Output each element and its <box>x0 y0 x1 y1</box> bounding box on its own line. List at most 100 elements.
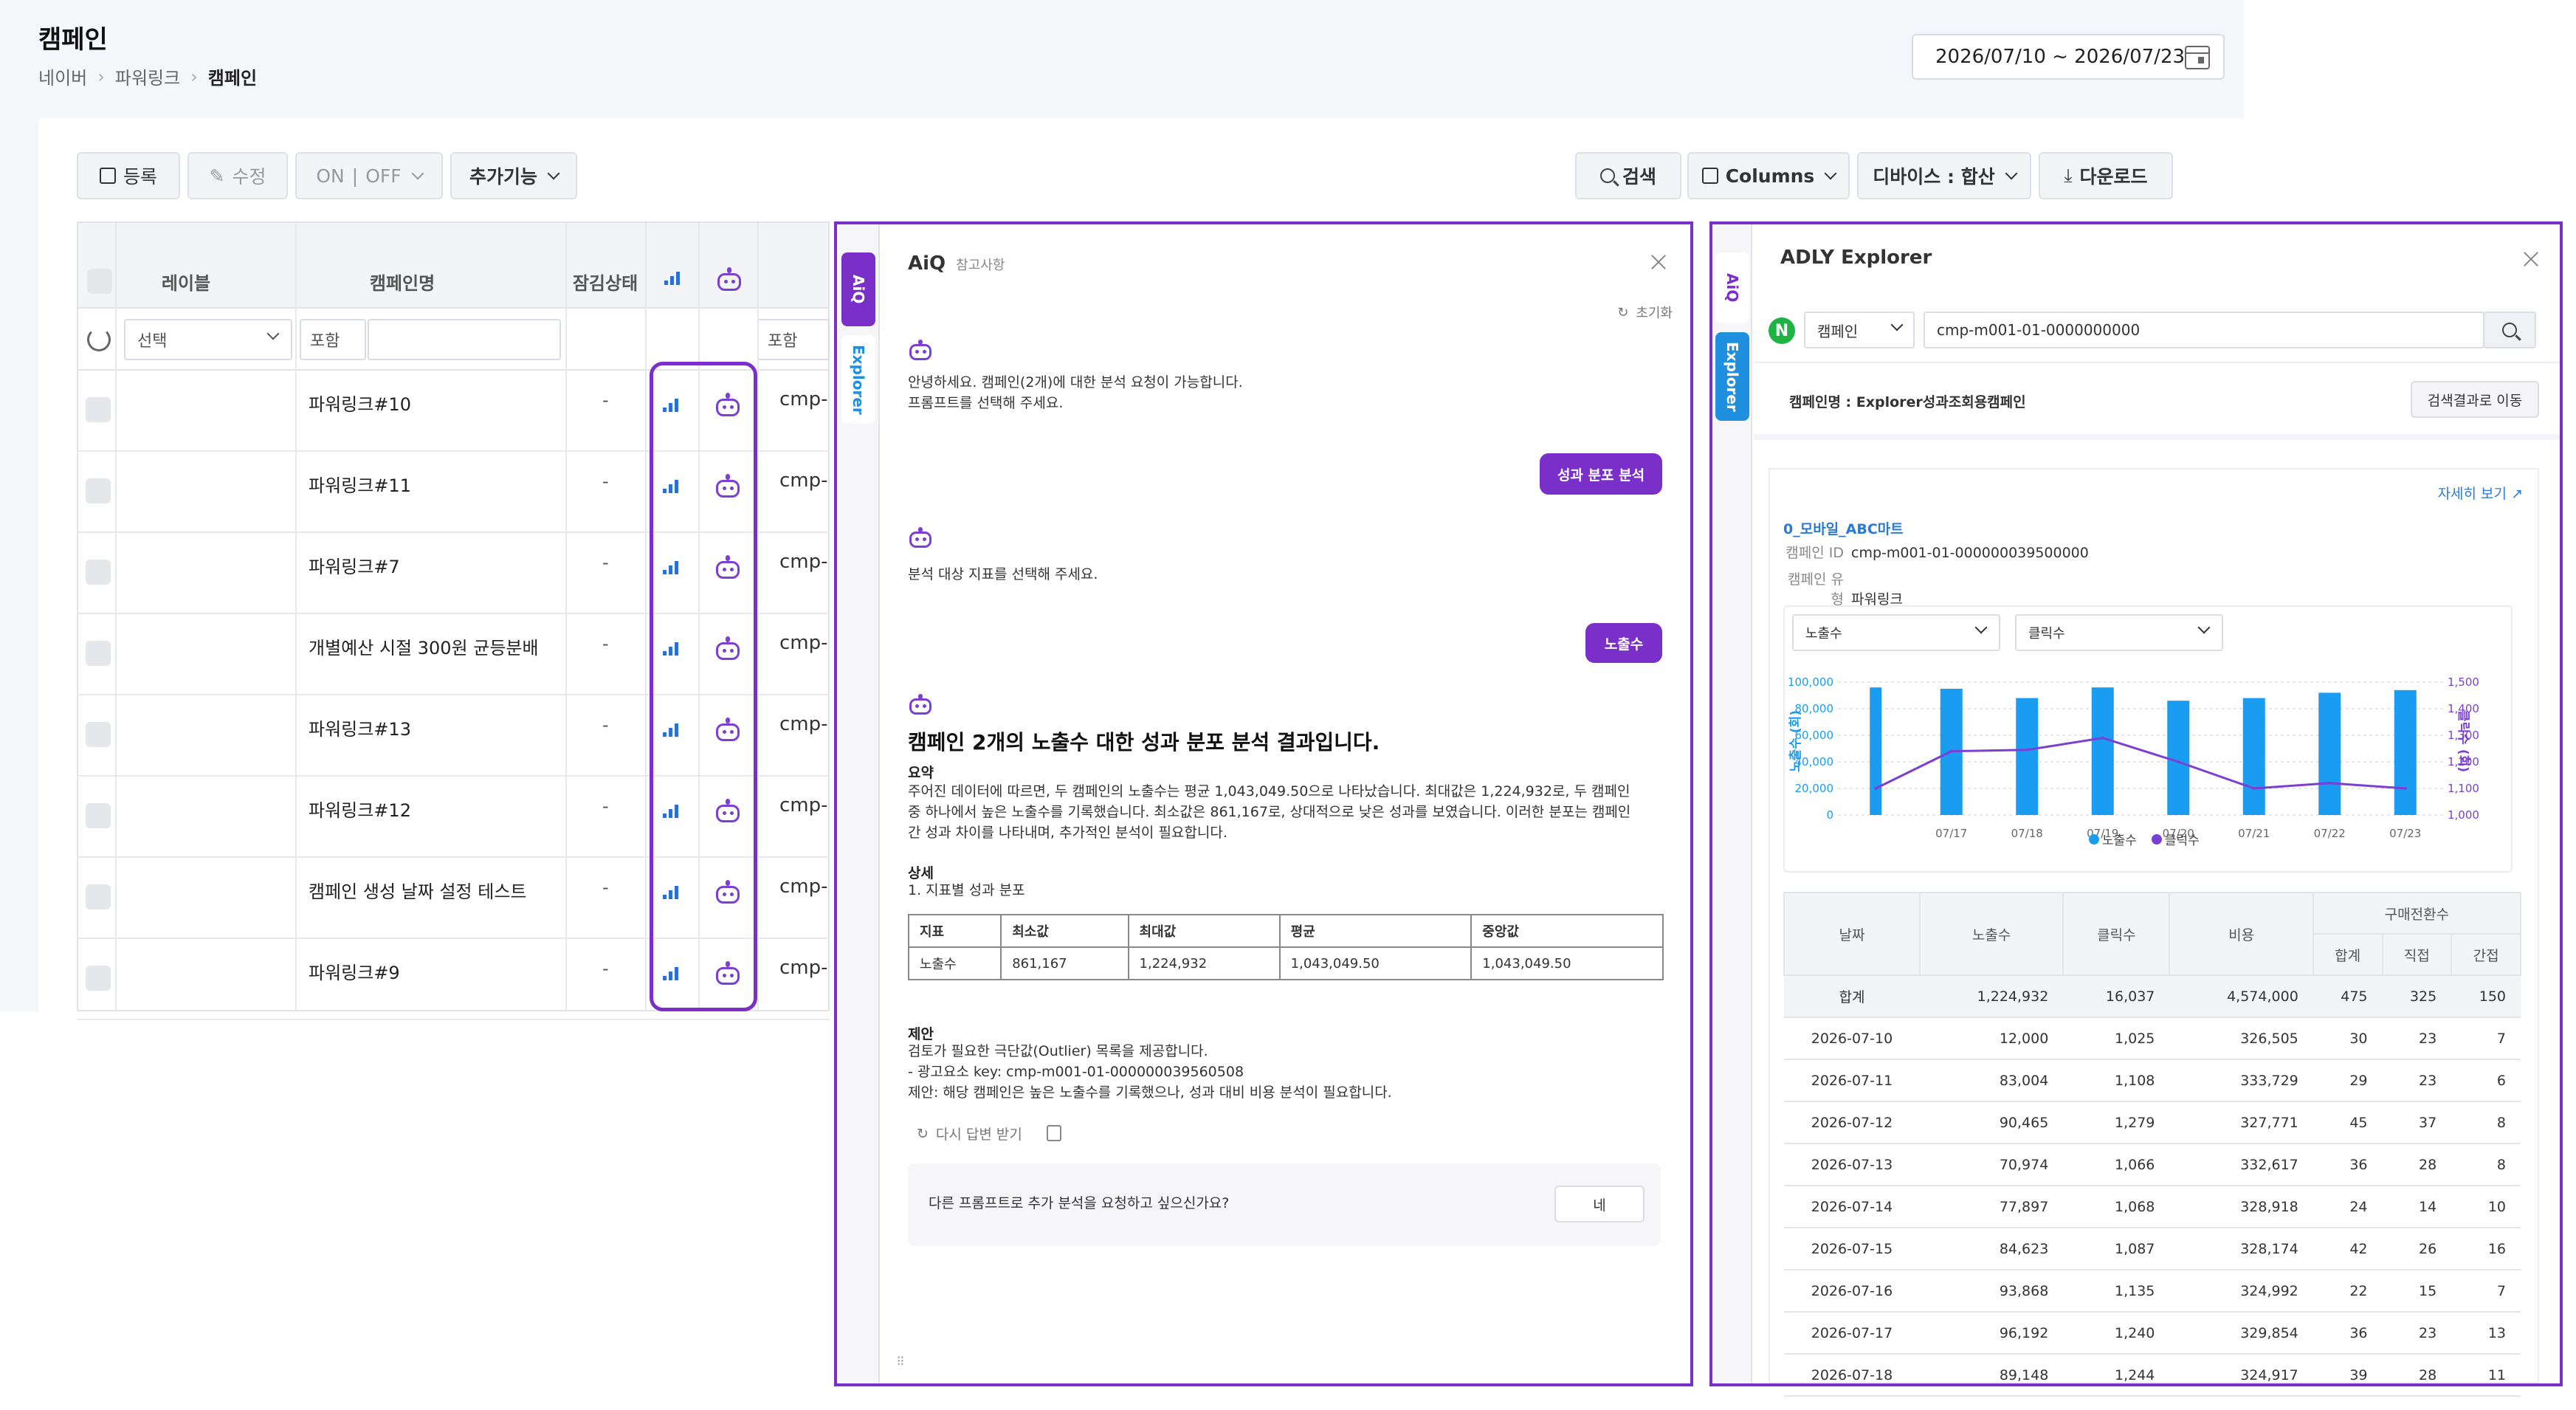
impressions-bar[interactable] <box>2091 687 2114 815</box>
refresh-icon[interactable] <box>87 328 111 351</box>
x-tick-label: 07/21 <box>2238 827 2270 840</box>
row-checkbox[interactable] <box>86 397 111 422</box>
summary-row: 합계 1,224,932 16,037 4,574,000 475 325 150 <box>1784 975 2521 1018</box>
reset-button[interactable]: ↻ 초기화 <box>1617 303 1673 322</box>
date-range-picker[interactable]: 2026/07/10 ~ 2026/07/23 <box>1912 34 2225 80</box>
metric1-select[interactable]: 노출수 <box>1792 614 2000 651</box>
suggestion-label: 제안 <box>908 1026 934 1042</box>
chevron-down-icon <box>266 327 280 340</box>
explorer-search-button[interactable] <box>2483 312 2536 348</box>
campaign-name[interactable]: 개별예산 시절 300원 균등분배 <box>309 633 539 659</box>
copy-icon[interactable] <box>1047 1125 1061 1141</box>
row-checkbox[interactable] <box>86 560 111 585</box>
table-row: 2026-07-16 93,868 1,135 324,992 22 15 7 <box>1784 1270 2521 1313</box>
table-row: 2026-07-10 12,000 1,025 326,505 30 23 7 <box>1784 1017 2521 1060</box>
metric2-select[interactable]: 클릭수 <box>2015 614 2223 651</box>
table-row: 2026-07-11 83,004 1,108 333,729 29 23 6 <box>1784 1059 2521 1102</box>
breadcrumb-naver[interactable]: 네이버 <box>38 63 87 89</box>
lock-state: - <box>602 552 609 573</box>
impressions-bar[interactable] <box>2016 698 2039 815</box>
breadcrumb-powerlink[interactable]: 파워링크 <box>115 63 180 89</box>
select-all-checkbox[interactable] <box>87 269 112 294</box>
columns-icon <box>1701 168 1718 184</box>
clicks-point[interactable] <box>2025 748 2029 752</box>
label-filter-select[interactable]: 선택 <box>124 319 292 360</box>
chevron-down-icon <box>2005 167 2018 180</box>
table-row: 2026-07-15 84,623 1,087 328,174 42 26 16 <box>1784 1228 2521 1270</box>
explorer-search-input[interactable]: cmp-m001-01-0000000000 <box>1924 312 2484 348</box>
close-icon[interactable] <box>1649 252 1668 272</box>
tab-explorer[interactable]: Explorer <box>1715 332 1749 421</box>
row-checkbox[interactable] <box>86 478 111 503</box>
impressions-bar[interactable] <box>2318 692 2341 815</box>
tab-aiq[interactable]: AiQ <box>841 252 875 326</box>
lock-state: - <box>602 796 609 816</box>
id-filter-operator[interactable]: 포함 <box>757 319 830 360</box>
column-label[interactable]: 레이블 <box>120 269 252 295</box>
clicks-point[interactable] <box>2403 787 2407 790</box>
device-dropdown[interactable]: 디바이스 : 합산 <box>1857 152 2031 199</box>
extra-functions-dropdown[interactable]: 추가기능 <box>450 152 577 199</box>
x-tick-label: 07/22 <box>2314 827 2346 840</box>
clicks-point[interactable] <box>2101 736 2104 740</box>
campaign-name[interactable]: 파워링크#7 <box>309 552 400 578</box>
impressions-bar[interactable] <box>2394 689 2417 815</box>
calendar-icon[interactable] <box>2185 46 2210 69</box>
tab-aiq[interactable]: AiQ <box>1715 252 1749 323</box>
campaign-id: cmp-a <box>779 794 828 816</box>
clicks-point[interactable] <box>1949 749 1953 753</box>
impressions-clicks-chart: 노출수 (회) 클릭수 (회) 100,000 1,50080,000 1,4006… <box>1788 675 2479 840</box>
aiq-title: AiQ 참고사항 <box>908 252 1005 275</box>
row-checkbox[interactable] <box>86 722 111 747</box>
campaign-name[interactable]: 파워링크#11 <box>309 471 411 497</box>
table-row: 2026-07-14 77,897 1,068 328,918 24 14 10 <box>1784 1186 2521 1228</box>
download-button[interactable]: ⤓ 다운로드 <box>2039 152 2173 199</box>
page-title: 캠페인 <box>38 25 108 55</box>
impressions-bar[interactable] <box>2242 698 2265 815</box>
on-off-toggle[interactable]: ON | OFF <box>295 152 443 199</box>
row-checkbox[interactable] <box>86 966 111 991</box>
register-button[interactable]: 등록 <box>77 152 180 199</box>
clicks-point[interactable] <box>2252 787 2256 790</box>
campaign-id: cmp-a <box>779 876 828 898</box>
column-campaign-name[interactable]: 캠페인명 <box>295 269 509 295</box>
clicks-point[interactable] <box>1874 787 1878 790</box>
campaign-name[interactable]: 파워링크#10 <box>309 390 411 416</box>
campaign-name[interactable]: 파워링크#12 <box>309 796 411 822</box>
campaign-name[interactable]: 캠페인 생성 날짜 설정 테스트 <box>309 877 526 903</box>
regenerate-button[interactable]: ↻ 다시 답변 받기 <box>917 1124 1022 1144</box>
entity-name[interactable]: 0_모바일_ABC마트 <box>1783 518 1904 538</box>
search-button[interactable]: 검색 <box>1575 152 1681 199</box>
yes-button[interactable]: 네 <box>1554 1186 1645 1222</box>
columns-dropdown[interactable]: Columns <box>1687 152 1850 199</box>
campaign-name[interactable]: 파워링크#13 <box>309 715 411 740</box>
breadcrumb: 네이버 › 파워링크 › 캠페인 <box>38 63 257 89</box>
row-checkbox[interactable] <box>86 803 111 828</box>
impressions-bar[interactable] <box>2167 701 2190 815</box>
campaign-name[interactable]: 파워링크#9 <box>309 958 400 984</box>
impressions-bar[interactable] <box>1870 687 1882 815</box>
campaign-id: cmp-a <box>779 470 828 492</box>
more-link[interactable]: 자세히 보기 ↗ <box>2438 483 2523 503</box>
row-checkbox[interactable] <box>86 884 111 909</box>
tab-explorer[interactable]: Explorer <box>841 335 875 424</box>
close-icon[interactable] <box>2521 250 2541 269</box>
left-tick-label: 0 <box>1826 808 1833 822</box>
clicks-point[interactable] <box>2177 760 2180 763</box>
row-checkbox[interactable] <box>86 641 111 666</box>
goto-results-button[interactable]: 검색결과로 이동 <box>2411 381 2539 418</box>
campaign-id: cmp-a <box>779 957 828 979</box>
campaign-name-label: 캠페인명 : Explorer성과조회용캠페인 <box>1789 394 2026 410</box>
edit-button[interactable]: ✎ 수정 <box>187 152 288 199</box>
reset-icon: ↻ <box>1617 304 1629 320</box>
clicks-point[interactable] <box>2328 781 2332 785</box>
plus-square-icon <box>99 168 116 184</box>
name-filter-input[interactable] <box>368 319 561 360</box>
resize-handle-icon[interactable]: ⠿ <box>896 1355 905 1369</box>
edit-icon: ✎ <box>209 165 225 187</box>
name-filter-operator[interactable]: 포함 <box>300 319 366 360</box>
scope-select[interactable]: 캠페인 <box>1804 312 1915 348</box>
right-tick-label: 1,000 <box>2448 808 2479 822</box>
column-lock-state[interactable]: 잠김상태 <box>567 269 644 295</box>
breadcrumb-separator-icon: › <box>97 66 105 87</box>
